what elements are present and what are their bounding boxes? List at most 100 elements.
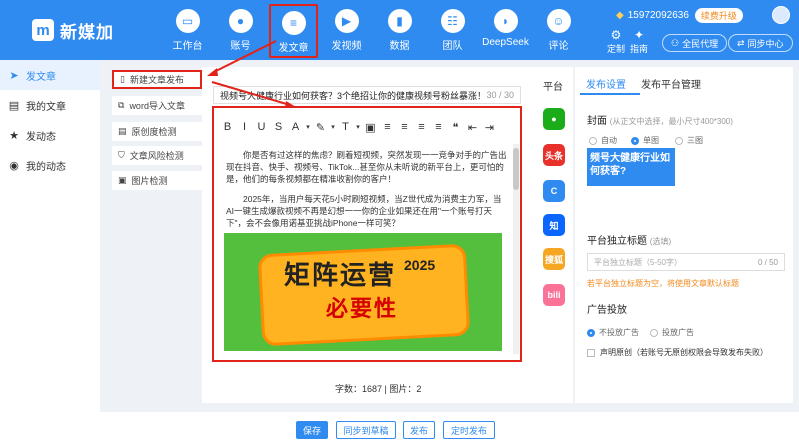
cover-option-triple[interactable]: 三图 [675,135,703,146]
nav-label: DeepSeek [482,37,529,48]
nav-item-1[interactable]: ● 账号 [216,4,265,58]
toutiao-icon[interactable]: 头条 [543,144,565,166]
deepseek-icon: ◗ [493,9,518,33]
check-doc-icon: ▤ [118,126,127,136]
nav-label: 账号 [230,41,251,52]
toolbar-button-17[interactable]: ⇥ [481,121,498,134]
toolbar-button-7[interactable]: ▾ [329,123,337,131]
guide-button[interactable]: ✦ 指南 [627,28,651,55]
nav-item-3[interactable]: ▶ 发视频 [322,4,371,58]
circle-icon: ◉ [9,159,19,172]
ad-option-on[interactable]: 投放广告 [650,327,694,338]
original-checkbox[interactable]: 声明原创（若账号无原创权限会导致发布失败） [587,347,768,358]
editor-scrollbar[interactable] [513,144,519,354]
tool-label: 原创度检测 [131,127,177,137]
sidebar-item-2[interactable]: ★ 发动态 [0,120,100,150]
guide-icon: ✦ [633,28,645,42]
nav-item-2[interactable]: ≡ 发文章 [269,4,318,58]
save-button[interactable]: 保存 [296,421,328,439]
tab-underline [580,93,640,95]
toolbar-button-5[interactable]: ▾ [304,123,312,131]
toolbar-button-4[interactable]: A [287,121,304,133]
sidebar-item-label: 我的动态 [26,161,66,173]
user-phone[interactable]: 15972092636 [628,10,689,21]
tool-label: 图片检测 [131,176,168,186]
tab-publish-settings[interactable]: 发布设置 [586,76,626,91]
ad-option-none[interactable]: 不投放广告 [587,327,639,338]
bar-chart-icon: ▮ [387,9,412,33]
banner-line1: 矩阵运营 [284,261,397,291]
logo: m 新媒加 [32,16,114,44]
nav-item-5[interactable]: ☷ 团队 [428,4,477,58]
image-icon: ▣ [118,175,127,185]
sidebar-item-label: 发动态 [26,131,56,143]
sidebar-item-3[interactable]: ◉ 我的动态 [0,150,100,180]
toolbar-button-15[interactable]: ❝ [447,121,464,134]
banner-year: 2025 [404,257,436,273]
video-icon: ▶ [334,9,359,33]
agent-label: 全民代理 [682,38,719,49]
sync-icon: ⇄ [737,37,745,48]
toolbar-button-1[interactable]: I [236,121,253,133]
toolbar-button-3[interactable]: S [270,121,287,133]
star-icon: ★ [9,129,19,142]
zhihu-icon[interactable]: 知 [543,214,565,236]
customize-button[interactable]: ⚙ 定制 [604,28,628,55]
nav-label: 团队 [442,41,463,52]
team-icon: ☷ [440,9,465,33]
nav-item-4[interactable]: ▮ 数据 [375,4,424,58]
toolbar-button-0[interactable]: B [219,121,236,133]
cover-option-single[interactable]: 单图 [631,135,659,146]
nav-item-7[interactable]: ☺ 评论 [534,4,583,58]
toolbar-button-2[interactable]: U [253,121,270,133]
agent-button[interactable]: ⚇ 全民代理 [662,34,728,52]
tool-item-4[interactable]: ▣ 图片检测 [112,171,202,190]
toolbar-button-11[interactable]: ≡ [379,121,396,133]
nav-item-6[interactable]: ◗ DeepSeek [481,4,530,58]
nav-label: 发视频 [331,41,362,52]
tool-item-1[interactable]: ⧉ word导入文章 [112,96,202,115]
indep-title-count: 0 / 50 [757,258,778,267]
tool-item-2[interactable]: ▤ 原创度检测 [112,122,202,141]
sidebar-item-1[interactable]: ▤ 我的文章 [0,90,100,120]
main-nav: ▭ 工作台 ● 账号 ≡ 发文章 ▶ 发视频 ▮ 数据 ☷ 团队 ◗ DeepSeek ☺ 评论 [163,4,587,58]
sync-draft-button[interactable]: 同步到草稿 [336,421,396,439]
article-image[interactable]: 矩阵运营 2025 必要性 [224,233,502,351]
app-name: 新媒加 [60,22,114,42]
toolbar-button-9[interactable]: ▾ [354,123,362,131]
toolbar-button-13[interactable]: ≡ [413,121,430,133]
toolbar-button-10[interactable]: ▣ [362,121,379,134]
sidebar: ➤ 发文章 ▤ 我的文章 ★ 发动态 ◉ 我的动态 [0,60,100,440]
send-icon: ➤ [9,69,19,82]
avatar[interactable] [772,6,790,24]
cover-image[interactable]: 频号大健康行业如何获客? [587,148,675,186]
diamond-icon: ◆ [616,10,624,21]
nav-label: 评论 [548,41,569,52]
c-platform-icon[interactable]: C [543,180,565,202]
cover-hint: (从正文中选择，最小尺寸400*300) [609,117,733,126]
scroll-thumb[interactable] [513,148,519,190]
sync-center-button[interactable]: ⇄ 同步中心 [728,34,793,52]
bilibili-icon[interactable]: bili [543,284,565,306]
article-body[interactable]: 你是否有过这样的焦虑？刷着短视频，突然发现一一竞争对手的广告出现在抖音、快手、视… [226,149,508,237]
wechat-icon[interactable]: ● [543,108,565,130]
publish-button[interactable]: 发布 [403,421,435,439]
tool-item-0[interactable]: ▯ 新建文章发布 [112,70,202,89]
sohu-icon[interactable]: 搜狐 [543,248,565,270]
upgrade-button[interactable]: 续费升级 [694,8,743,23]
toolbar-button-12[interactable]: ≡ [396,121,413,133]
indep-title-input[interactable]: 平台独立标题（5-50字） 0 / 50 [587,253,785,271]
nav-item-0[interactable]: ▭ 工作台 [163,4,212,58]
schedule-button[interactable]: 定时发布 [443,421,495,439]
toolbar-button-14[interactable]: ≡ [430,121,447,133]
toolbar-button-8[interactable]: T [337,121,354,133]
title-input[interactable]: 视频号大健康行业如何获客？3个绝招让你的健康视频号粉丝暴涨！ 30 / 30 [213,86,521,104]
cover-option-auto[interactable]: 自动 [589,135,617,146]
sync-label: 同步中心 [747,38,784,49]
tab-platform-manage[interactable]: 发布平台管理 [641,76,701,91]
toolbar-button-16[interactable]: ⇤ [464,121,481,134]
toolbar-button-6[interactable]: ✎ [312,121,329,134]
sidebar-item-0[interactable]: ➤ 发文章 [0,60,100,90]
tool-item-3[interactable]: ⛉ 文章风险检测 [112,146,202,165]
agent-icon: ⚇ [671,37,680,48]
